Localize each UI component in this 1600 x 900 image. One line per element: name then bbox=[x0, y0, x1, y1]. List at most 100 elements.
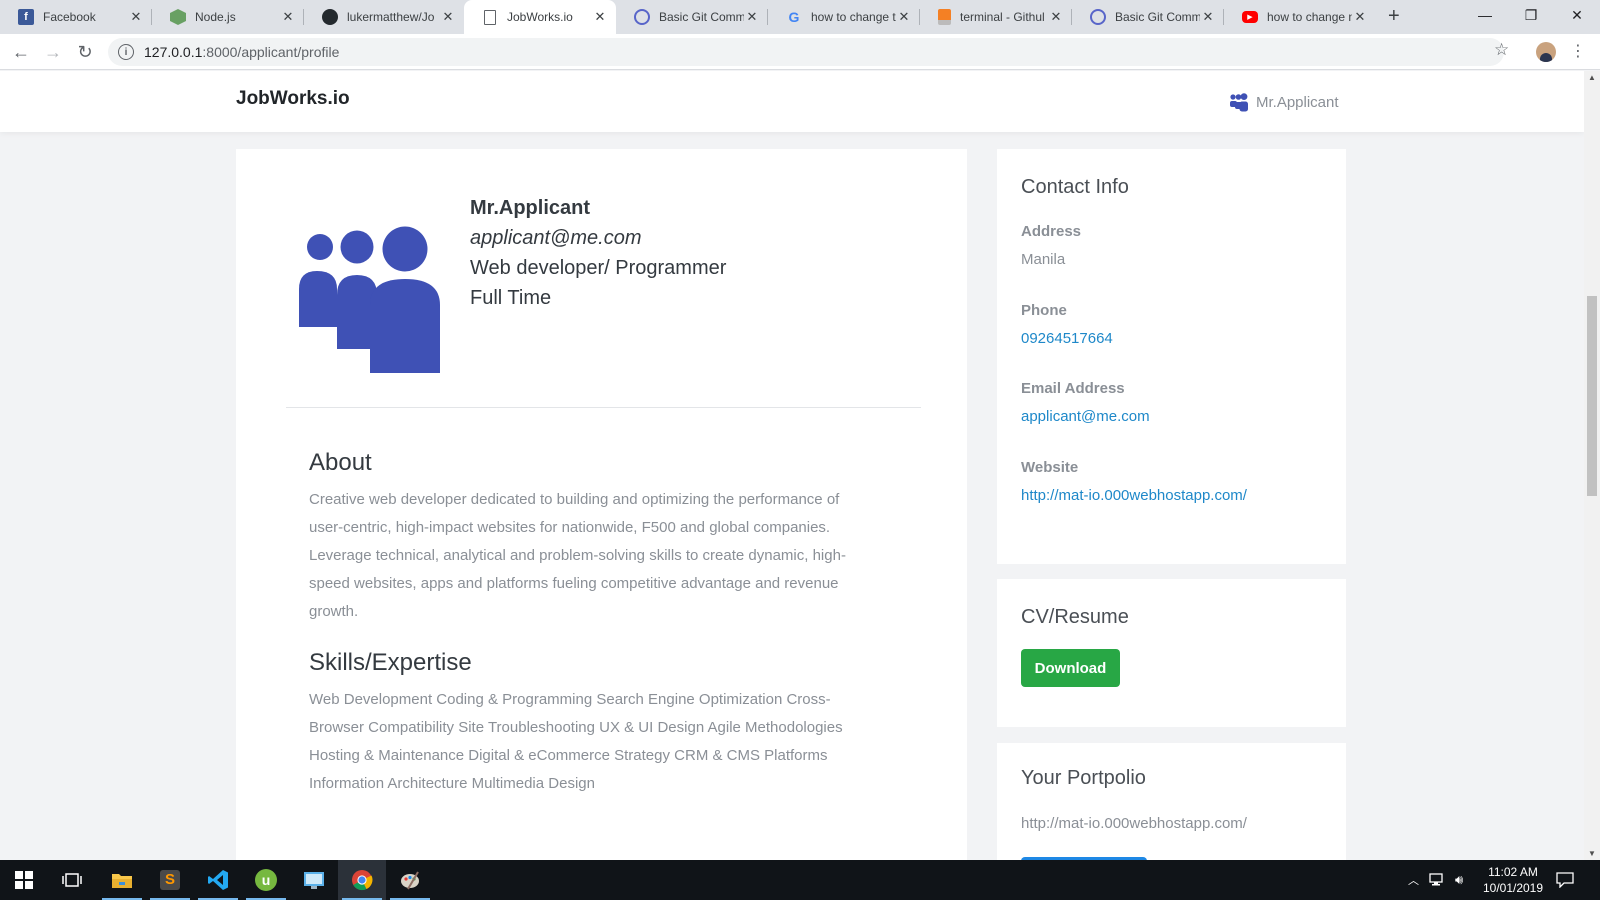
tab-title: terminal - Githul bbox=[960, 10, 1045, 24]
vscode-icon bbox=[208, 870, 228, 890]
about-line: Creative web developer dedicated to buil… bbox=[309, 491, 840, 508]
page-viewport: JobWorks.io Mr.Applicant Mr.Applicant ap… bbox=[0, 71, 1584, 860]
website-link[interactable]: http://mat-io.000webhostapp.com/ bbox=[1021, 487, 1247, 504]
info-icon[interactable]: i bbox=[118, 44, 134, 60]
browser-tab-strip: f Facebook ✕ Node.js ✕ lukermatthew/Jo ✕… bbox=[0, 0, 1600, 34]
control-panel-icon bbox=[304, 872, 324, 889]
paint-taskbar[interactable] bbox=[386, 860, 434, 900]
applicant-job-title: Web developer/ Programmer bbox=[470, 257, 727, 279]
taskbar-clock[interactable]: 11:02 AM 10/01/2019 bbox=[1480, 864, 1546, 896]
tab-title: how to change n bbox=[1267, 10, 1352, 24]
phone-label: Phone bbox=[1021, 302, 1067, 319]
close-icon[interactable]: ✕ bbox=[1352, 9, 1368, 25]
file-explorer-taskbar[interactable] bbox=[98, 860, 146, 900]
control-panel-taskbar[interactable] bbox=[290, 860, 338, 900]
tab-google-search[interactable]: G how to change t ✕ bbox=[768, 0, 920, 34]
nav-user-menu[interactable]: Mr.Applicant bbox=[1229, 92, 1339, 112]
new-tab-button[interactable]: + bbox=[1388, 5, 1400, 28]
sublime-icon: S bbox=[160, 870, 180, 890]
tab-jobworks[interactable]: JobWorks.io ✕ bbox=[464, 0, 616, 34]
vscode-taskbar[interactable] bbox=[194, 860, 242, 900]
close-icon[interactable]: ✕ bbox=[440, 9, 456, 25]
scroll-up-arrow-icon[interactable]: ▲ bbox=[1588, 73, 1596, 82]
users-icon bbox=[1230, 93, 1248, 112]
volume-icon[interactable]: 🔊︎ bbox=[1455, 872, 1463, 888]
chevron-up-icon[interactable]: ︿ bbox=[1408, 872, 1419, 888]
forward-arrow-icon[interactable]: → bbox=[41, 40, 65, 64]
clock-time: 11:02 AM bbox=[1488, 865, 1538, 879]
close-icon[interactable]: ✕ bbox=[896, 9, 912, 25]
download-button[interactable]: Download bbox=[1021, 649, 1120, 687]
about-line: Leverage technical, analytical and probl… bbox=[309, 547, 846, 564]
tab-title: lukermatthew/Jo bbox=[347, 10, 435, 24]
tab-youtube[interactable]: ▶ how to change n ✕ bbox=[1224, 0, 1376, 34]
tab-basic-git-commands-2[interactable]: Basic Git Comma ✕ bbox=[1072, 0, 1224, 34]
contact-info-card: Contact Info Address Manila Phone 092645… bbox=[997, 149, 1346, 564]
reload-icon[interactable]: ↻ bbox=[73, 40, 97, 64]
email-link[interactable]: applicant@me.com bbox=[1021, 408, 1150, 425]
close-window-button[interactable]: ✕ bbox=[1554, 0, 1600, 30]
tab-facebook[interactable]: f Facebook ✕ bbox=[0, 0, 152, 34]
circle-icon bbox=[634, 9, 650, 25]
tab-title: how to change t bbox=[811, 10, 896, 24]
youtube-icon: ▶ bbox=[1242, 11, 1258, 23]
browser-toolbar: ← → ↻ i 127.0.0.1:8000/applicant/profile bbox=[0, 34, 1600, 70]
utorrent-taskbar[interactable]: u bbox=[242, 860, 290, 900]
task-view-button[interactable] bbox=[48, 860, 96, 900]
github-icon bbox=[322, 9, 338, 25]
tab-title: Basic Git Comma bbox=[659, 10, 744, 24]
stackoverflow-icon bbox=[938, 9, 951, 25]
network-icon[interactable] bbox=[1429, 873, 1447, 887]
contact-heading: Contact Info bbox=[1021, 176, 1129, 198]
about-heading: About bbox=[309, 449, 372, 476]
applicant-name: Mr.Applicant bbox=[470, 197, 591, 219]
address-label: Address bbox=[1021, 223, 1082, 240]
scroll-thumb[interactable] bbox=[1587, 296, 1597, 496]
chrome-taskbar[interactable] bbox=[338, 860, 386, 900]
close-icon[interactable]: ✕ bbox=[128, 9, 144, 25]
url-host: 127.0.0.1 bbox=[144, 44, 203, 60]
address-value: Manila bbox=[1021, 251, 1066, 268]
cv-heading: CV/Resume bbox=[1021, 606, 1129, 628]
clock-date: 10/01/2019 bbox=[1482, 881, 1544, 895]
cv-resume-card: CV/Resume Download bbox=[997, 579, 1346, 727]
tab-title: Facebook bbox=[43, 10, 96, 24]
nav-user-name: Mr.Applicant bbox=[1256, 93, 1339, 111]
start-button[interactable] bbox=[0, 860, 48, 900]
portfolio-card: Your Portpolio http://mat-io.000webhosta… bbox=[997, 743, 1346, 860]
skills-line: Web Development Coding & Programming Sea… bbox=[309, 691, 831, 708]
tab-github[interactable]: lukermatthew/Jo ✕ bbox=[304, 0, 464, 34]
circle-icon bbox=[1090, 9, 1106, 25]
close-icon[interactable]: ✕ bbox=[744, 9, 760, 25]
bookmark-star-icon[interactable]: ☆ bbox=[1494, 40, 1509, 60]
sublime-text-taskbar[interactable]: S bbox=[146, 860, 194, 900]
close-icon[interactable]: ✕ bbox=[280, 9, 296, 25]
facebook-icon: f bbox=[18, 9, 34, 25]
website-label: Website bbox=[1021, 459, 1079, 476]
profile-avatar[interactable] bbox=[1536, 42, 1556, 62]
nodejs-icon bbox=[170, 9, 186, 25]
applicant-employment-type: Full Time bbox=[470, 287, 552, 309]
close-icon[interactable]: ✕ bbox=[592, 9, 608, 25]
restore-button[interactable]: ❐ bbox=[1508, 0, 1554, 30]
portfolio-heading: Your Portpolio bbox=[1021, 767, 1146, 789]
close-icon[interactable]: ✕ bbox=[1200, 9, 1216, 25]
phone-link[interactable]: 09264517664 bbox=[1021, 330, 1113, 347]
tab-nodejs[interactable]: Node.js ✕ bbox=[152, 0, 304, 34]
close-icon[interactable]: ✕ bbox=[1048, 9, 1064, 25]
back-arrow-icon[interactable]: ← bbox=[9, 40, 33, 64]
tab-stackoverflow[interactable]: terminal - Githul ✕ bbox=[920, 0, 1072, 34]
tab-basic-git-commands[interactable]: Basic Git Comma ✕ bbox=[616, 0, 768, 34]
scroll-down-arrow-icon[interactable]: ▼ bbox=[1588, 849, 1596, 858]
minimize-button[interactable]: — bbox=[1462, 0, 1508, 30]
menu-kebab-icon[interactable]: ⋮ bbox=[1570, 41, 1586, 61]
about-line: speed websites, apps and platforms fueli… bbox=[309, 575, 839, 592]
about-line: growth. bbox=[309, 603, 359, 620]
paint-palette-icon bbox=[401, 871, 419, 890]
address-bar[interactable]: i 127.0.0.1:8000/applicant/profile bbox=[108, 38, 1504, 66]
applicant-email: applicant@me.com bbox=[470, 227, 642, 249]
action-center-button[interactable] bbox=[1556, 860, 1574, 900]
brand-logo[interactable]: JobWorks.io bbox=[236, 88, 350, 110]
page-scrollbar[interactable]: ▲ ▼ bbox=[1584, 71, 1600, 860]
tab-title: Basic Git Comma bbox=[1115, 10, 1200, 24]
